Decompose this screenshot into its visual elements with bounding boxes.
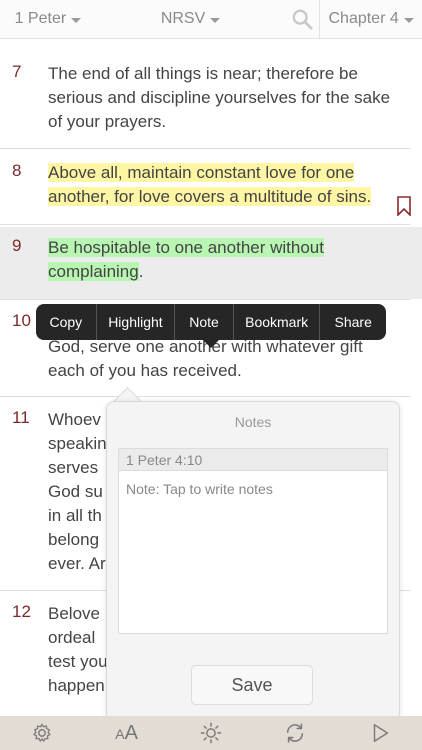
font-size-icon: AA: [115, 721, 138, 744]
note-input[interactable]: [118, 470, 388, 634]
sync-button[interactable]: [265, 716, 325, 750]
gear-icon: [33, 723, 51, 742]
chapter-selector[interactable]: Chapter 4: [319, 0, 422, 38]
chapter-label: Chapter 4: [328, 10, 399, 27]
verse-text: Be hospitable to one another without com…: [48, 236, 398, 284]
share-button[interactable]: Share: [320, 304, 386, 340]
divider: [0, 299, 410, 300]
chevron-down-icon: [71, 18, 82, 23]
copy-button[interactable]: Copy: [36, 304, 97, 340]
book-selector[interactable]: 1 Peter: [0, 0, 96, 38]
settings-button[interactable]: [12, 716, 72, 750]
highlighted-text: Be hospitable to one another without com…: [48, 238, 324, 281]
translation-selector[interactable]: NRSV: [96, 0, 286, 38]
verse-number: 8: [12, 161, 22, 180]
divider: [0, 148, 410, 149]
bookmark-button[interactable]: Bookmark: [234, 304, 321, 340]
search-button[interactable]: [285, 0, 319, 38]
divider: [0, 396, 410, 397]
verse-text: The end of all things is near; therefore…: [48, 64, 391, 131]
context-menu: Copy Highlight Note Bookmark Share: [36, 304, 386, 340]
play-button[interactable]: [350, 716, 410, 750]
verse-number: 7: [12, 62, 22, 81]
play-icon: [373, 724, 388, 742]
verse-number: 12: [12, 602, 31, 621]
translation-label: NRSV: [160, 10, 206, 27]
top-bar: 1 Peter NRSV Chapter 4: [0, 0, 422, 39]
book-label: 1 Peter: [14, 10, 67, 27]
brightness-icon: [200, 722, 222, 744]
highlighted-text: Above all, maintain constant love for on…: [48, 163, 372, 206]
brightness-button[interactable]: [181, 716, 241, 750]
sync-icon: [287, 723, 304, 743]
verse-number: 10: [12, 311, 31, 330]
divider: [0, 224, 410, 225]
notes-popover: Notes 1 Peter 4:10 Save: [106, 401, 400, 721]
verse-text: Above all, maintain constant love for on…: [48, 161, 398, 209]
context-menu-arrow: [203, 340, 219, 348]
note-button[interactable]: Note: [175, 304, 234, 340]
chevron-down-icon: [403, 18, 414, 23]
bookmark-icon[interactable]: [396, 196, 412, 216]
font-size-button[interactable]: AA: [97, 716, 157, 750]
save-button[interactable]: Save: [191, 665, 313, 705]
highlight-button[interactable]: Highlight: [97, 304, 176, 340]
search-icon: [292, 9, 313, 30]
notes-title: Notes: [234, 414, 272, 430]
bottom-toolbar: AA: [0, 716, 422, 750]
verse-text-tail: .: [138, 262, 144, 281]
notes-reference: 1 Peter 4:10: [118, 448, 388, 470]
verse-number: 9: [12, 236, 22, 255]
verse-number: 11: [12, 408, 30, 427]
chevron-down-icon: [210, 18, 221, 23]
